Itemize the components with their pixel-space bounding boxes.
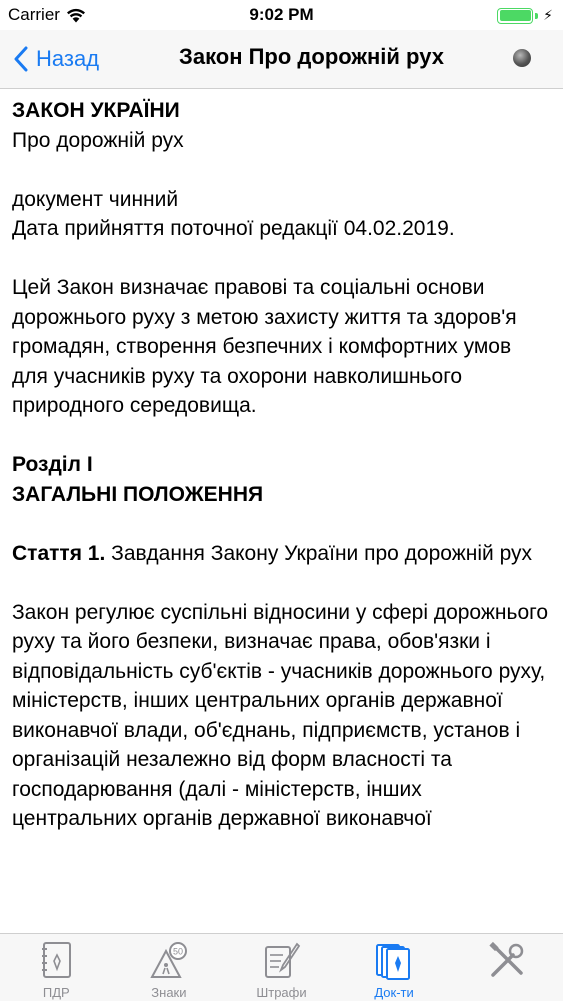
status-time: 9:02 PM — [249, 5, 314, 24]
document-content: ЗАКОН УКРАЇНИ Про дорожній рух документ … — [12, 96, 552, 834]
edition-date: Дата прийняття поточної редакції 04.02.2… — [12, 217, 455, 240]
tab-documents[interactable]: Док-ти — [338, 934, 451, 1001]
tab-fines[interactable]: Штрафи — [225, 934, 338, 1001]
tab-documents-label: Док-ти — [374, 985, 414, 1000]
tab-pdr[interactable]: ПДР — [0, 934, 113, 1001]
article-body: Закон регулює суспільні відносини у сфер… — [12, 600, 549, 831]
tab-pdr-label: ПДР — [42, 985, 70, 1000]
navigation-bar: Назад Закон Про дорожній рух — [0, 30, 563, 89]
chevron-left-icon — [14, 46, 28, 72]
tab-signs-label: Знаки — [151, 985, 187, 1000]
battery-icon — [497, 7, 534, 24]
status-bar: Carrier 9:02 PM ⚡ — [0, 0, 563, 30]
tools-icon — [489, 941, 523, 977]
road-signs-icon: 50 — [150, 942, 187, 978]
tab-signs[interactable]: 50 Знаки — [113, 934, 226, 1001]
law-subtitle: Про дорожній рух — [12, 128, 184, 152]
back-button[interactable]: Назад — [14, 42, 99, 76]
tab-bar: ПДР 50 Знаки Штрафи Док-ти — [0, 933, 563, 1001]
fines-icon — [265, 942, 301, 978]
documents-icon — [376, 944, 411, 980]
article-title: Завдання Закону України про дорожній рух — [105, 541, 533, 565]
preamble-text: Цей Закон визначає правові та соціальні … — [12, 276, 517, 417]
svg-text:50: 50 — [173, 947, 183, 957]
section-number: Розділ I — [12, 453, 93, 476]
tab-fines-label: Штрафи — [256, 985, 307, 1000]
document-status: документ чинний — [12, 187, 179, 211]
rulebook-icon — [42, 942, 72, 978]
tab-tools[interactable] — [450, 934, 563, 1001]
page-title: Закон Про дорожній рух — [179, 44, 444, 69]
battery-indicator: ⚡ — [497, 7, 553, 24]
article-label: Стаття 1. — [12, 541, 106, 565]
article-heading: Стаття 1. Завдання Закону України про до… — [12, 539, 552, 569]
record-icon[interactable] — [513, 49, 531, 67]
law-heading: ЗАКОН УКРАЇНИ — [12, 99, 180, 122]
section-title: ЗАГАЛЬНІ ПОЛОЖЕННЯ — [12, 482, 264, 506]
back-button-label: Назад — [36, 46, 100, 71]
charging-bolt-icon: ⚡ — [543, 7, 553, 23]
